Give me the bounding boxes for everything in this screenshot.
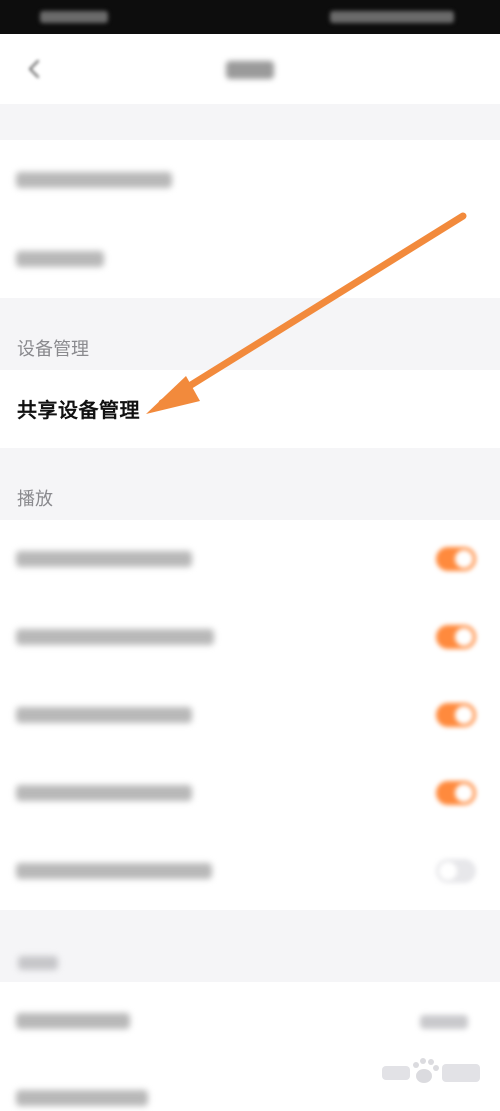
section-title-blurred [18,956,58,970]
navigation-bar [0,34,500,104]
toggle-switch[interactable] [436,781,476,805]
playback-row-3[interactable] [0,676,500,754]
section-header-blurred [0,910,500,982]
playback-row-1[interactable] [0,520,500,598]
playback-row-5[interactable] [0,832,500,910]
settings-row-blurred-1[interactable] [0,140,500,220]
toggle-switch[interactable] [436,703,476,727]
row-label-blurred [16,785,192,801]
toggle-switch[interactable] [436,547,476,571]
toggle-switch[interactable] [436,859,476,883]
back-chevron-icon[interactable] [20,55,48,83]
row-label-blurred [16,707,192,723]
row-label-blurred [16,1090,148,1106]
settings-row-blurred-2[interactable] [0,220,500,298]
paw-print-icon [382,1058,480,1083]
row-label-blurred [16,1013,130,1029]
section-title: 播放 [17,489,53,510]
row-label-blurred [16,251,104,267]
playback-row-4[interactable] [0,754,500,832]
page-title [226,61,274,79]
toggle-switch[interactable] [436,625,476,649]
status-right-blur [330,11,454,23]
section-title: 设备管理 [17,339,89,360]
playback-row-2[interactable] [0,598,500,676]
status-bar [0,0,500,34]
status-left-blur [40,11,108,23]
row-label-blurred [16,172,172,188]
row-value-blurred [420,1015,468,1029]
section-header-playback: 播放 [0,448,500,520]
row-label-blurred [16,629,214,645]
section-header-device-management: 设备管理 [0,298,500,370]
shared-device-management-label: 共享设备管理 [17,398,140,422]
row-label-blurred [16,863,212,879]
shared-device-management-row[interactable]: 共享设备管理 [0,370,500,448]
settings-row-blurred-3[interactable] [0,982,500,1060]
row-label-blurred [16,551,192,567]
section-gap [0,104,500,140]
